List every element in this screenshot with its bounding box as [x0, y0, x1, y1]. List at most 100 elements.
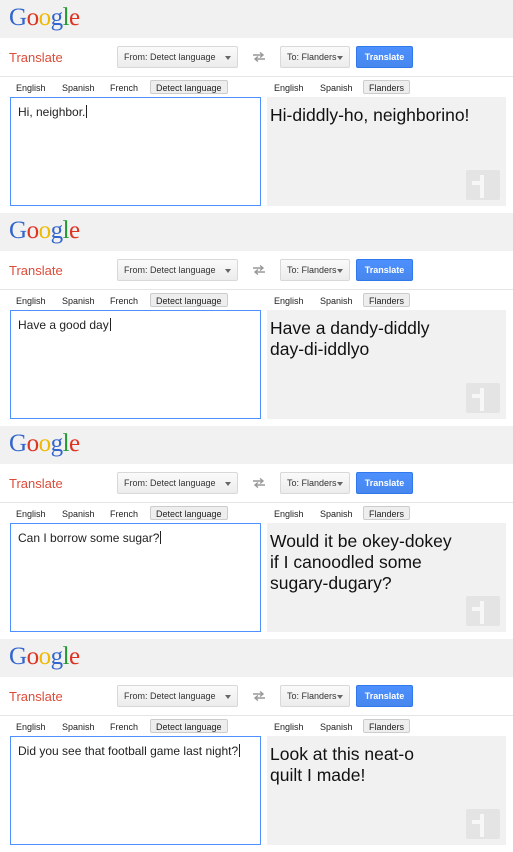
- swap-languages-icon[interactable]: [252, 265, 266, 275]
- text-cursor: [160, 531, 162, 544]
- from-language-label: From: Detect language: [124, 52, 216, 62]
- dropdown-caret-icon: [337, 482, 343, 486]
- from-language-dropdown[interactable]: From: Detect language: [117, 46, 238, 68]
- watermark-logo-icon: [466, 809, 500, 839]
- from-language-dropdown[interactable]: From: Detect language: [117, 685, 238, 707]
- dropdown-caret-icon: [337, 56, 343, 60]
- source-text-input[interactable]: Can I borrow some sugar?: [10, 523, 261, 632]
- logo-letter: e: [69, 643, 80, 670]
- source-text-input[interactable]: Hi, neighbor.: [10, 97, 261, 206]
- google-logo: Google: [9, 217, 80, 245]
- to-language-label: To: Flanders: [287, 265, 337, 275]
- target-lang-tab[interactable]: English: [274, 296, 304, 306]
- target-lang-tab[interactable]: Flanders: [363, 719, 411, 733]
- translation-output: Have a dandy-diddly day-di-iddlyo: [267, 310, 506, 419]
- translate-button[interactable]: Translate: [356, 46, 413, 68]
- translate-button[interactable]: Translate: [356, 472, 413, 494]
- translate-button[interactable]: Translate: [356, 259, 413, 281]
- to-language-dropdown[interactable]: To: Flanders: [280, 259, 350, 281]
- screenshot-root: Google Translate From: Detect language T…: [0, 0, 513, 852]
- swap-languages-icon[interactable]: [252, 478, 266, 488]
- dropdown-caret-icon: [337, 695, 343, 699]
- text-cursor: [109, 318, 111, 331]
- to-language-dropdown[interactable]: To: Flanders: [280, 472, 350, 494]
- page-title[interactable]: Translate: [9, 476, 63, 491]
- target-language-tabs: English Spanish Flanders: [0, 293, 513, 309]
- logo-letter: o: [38, 217, 52, 244]
- toolbar: Translate From: Detect language To: Flan…: [0, 464, 513, 503]
- toolbar: Translate From: Detect language To: Flan…: [0, 38, 513, 77]
- target-lang-tab[interactable]: English: [274, 509, 304, 519]
- translate-panel: Google Translate From: Detect language T…: [0, 0, 513, 213]
- to-language-label: To: Flanders: [287, 52, 337, 62]
- output-line: sugary-dugary?: [270, 573, 392, 593]
- target-lang-tab[interactable]: Flanders: [363, 293, 411, 307]
- dropdown-caret-icon: [225, 695, 231, 699]
- page-title[interactable]: Translate: [9, 50, 63, 65]
- logo-letter: g: [50, 4, 64, 31]
- translate-panel: Google Translate From: Detect language T…: [0, 426, 513, 639]
- google-logo: Google: [9, 4, 80, 32]
- translate-panel: Google Translate From: Detect language T…: [0, 639, 513, 852]
- from-language-label: From: Detect language: [124, 691, 216, 701]
- target-lang-tab[interactable]: Spanish: [320, 296, 353, 306]
- translate-button[interactable]: Translate: [356, 685, 413, 707]
- logo-letter: G: [9, 643, 27, 670]
- target-lang-tab[interactable]: Spanish: [320, 509, 353, 519]
- translation-output: Would it be okey-dokey if I canoodled som…: [267, 523, 506, 632]
- logo-letter: g: [50, 643, 64, 670]
- translate-panel: Google Translate From: Detect language T…: [0, 213, 513, 426]
- translation-text: Have a dandy-diddly day-di-iddlyo: [270, 318, 510, 360]
- output-line: if I canoodled some: [270, 552, 422, 572]
- target-lang-tab[interactable]: English: [274, 83, 304, 93]
- target-lang-tab[interactable]: Spanish: [320, 83, 353, 93]
- target-lang-tab[interactable]: English: [274, 722, 304, 732]
- translation-output: Look at this neat-o quilt I made!: [267, 736, 506, 845]
- logo-letter: o: [26, 4, 40, 31]
- translation-text: Hi-diddly-ho, neighborino!: [270, 105, 510, 126]
- logo-bar: Google: [0, 639, 513, 677]
- source-text: Can I borrow some sugar?: [18, 531, 160, 545]
- logo-bar: Google: [0, 213, 513, 251]
- source-text: Hi, neighbor.: [18, 105, 86, 119]
- text-cursor: [86, 105, 88, 118]
- output-line: quilt I made!: [270, 765, 366, 785]
- target-language-tabs: English Spanish Flanders: [0, 719, 513, 735]
- from-language-dropdown[interactable]: From: Detect language: [117, 472, 238, 494]
- logo-letter: G: [9, 217, 27, 244]
- logo-letter: o: [38, 643, 52, 670]
- logo-letter: o: [26, 217, 40, 244]
- swap-languages-icon[interactable]: [252, 52, 266, 62]
- source-text: Did you see that football game last nigh…: [18, 744, 239, 758]
- translation-output: Hi-diddly-ho, neighborino!: [267, 97, 506, 206]
- from-language-label: From: Detect language: [124, 265, 216, 275]
- target-lang-tab[interactable]: Flanders: [363, 80, 411, 94]
- target-lang-tab[interactable]: Flanders: [363, 506, 411, 520]
- output-line: Have a dandy-diddly: [270, 318, 430, 338]
- to-language-dropdown[interactable]: To: Flanders: [280, 46, 350, 68]
- logo-bar: Google: [0, 0, 513, 38]
- target-lang-tab[interactable]: Spanish: [320, 722, 353, 732]
- source-text-input[interactable]: Have a good day: [10, 310, 261, 419]
- page-title[interactable]: Translate: [9, 689, 63, 704]
- toolbar: Translate From: Detect language To: Flan…: [0, 251, 513, 290]
- logo-letter: o: [26, 430, 40, 457]
- watermark-logo-icon: [466, 596, 500, 626]
- logo-letter: o: [38, 430, 52, 457]
- logo-letter: o: [38, 4, 52, 31]
- from-language-label: From: Detect language: [124, 478, 216, 488]
- logo-letter: G: [9, 4, 27, 31]
- page-title[interactable]: Translate: [9, 263, 63, 278]
- from-language-dropdown[interactable]: From: Detect language: [117, 259, 238, 281]
- watermark-logo-icon: [466, 383, 500, 413]
- swap-languages-icon[interactable]: [252, 691, 266, 701]
- dropdown-caret-icon: [225, 269, 231, 273]
- google-logo: Google: [9, 643, 80, 671]
- logo-letter: g: [50, 430, 64, 457]
- google-logo: Google: [9, 430, 80, 458]
- dropdown-caret-icon: [225, 56, 231, 60]
- source-text-input[interactable]: Did you see that football game last nigh…: [10, 736, 261, 845]
- text-cursor: [239, 744, 241, 757]
- output-line: Hi-diddly-ho, neighborino!: [270, 105, 470, 125]
- to-language-dropdown[interactable]: To: Flanders: [280, 685, 350, 707]
